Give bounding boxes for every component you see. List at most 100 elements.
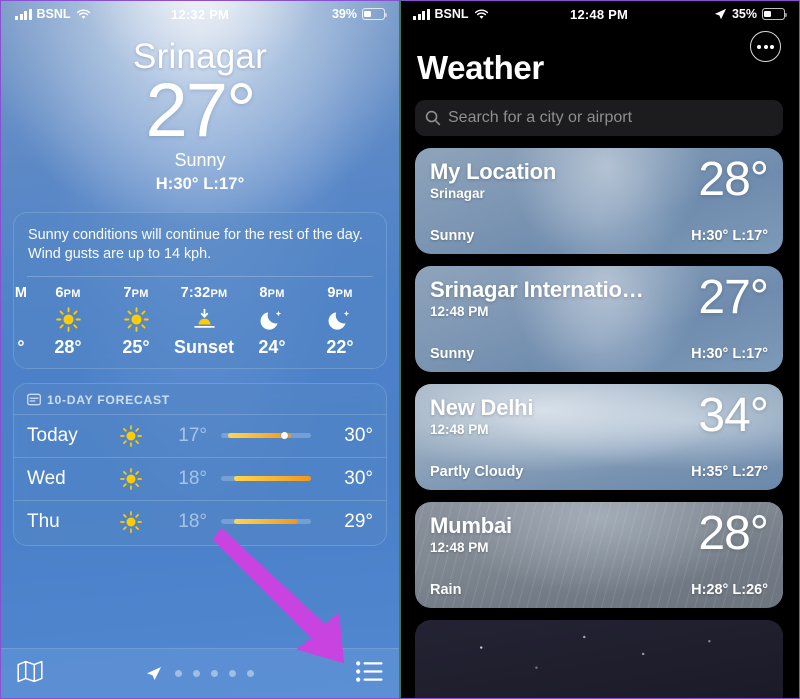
page-dot	[247, 670, 254, 677]
weather-list-panel: BSNL 12:48 PM 35% Weather Search for a c…	[399, 0, 800, 699]
map-button[interactable]	[17, 660, 43, 688]
ten-day-forecast-card[interactable]: 10-DAY FORECAST Today 17° 30° Wed 18° 30° Th…	[13, 382, 387, 546]
city-name: Mumbai	[430, 513, 512, 538]
hourly-condition-icon	[170, 305, 238, 335]
forecast-high: 30°	[344, 467, 373, 489]
current-high-low: H:30° L:17°	[155, 174, 245, 193]
hourly-forecast-item: 6PM 28°	[34, 285, 102, 358]
hourly-condition-icon	[102, 305, 170, 335]
hero-current-weather: Srinagar 27° Sunny H:30° L:17°	[1, 37, 399, 194]
city-condition: Rain	[430, 582, 462, 598]
weather-list-title: Weather	[417, 49, 544, 86]
city-card[interactable]	[415, 620, 783, 698]
city-name: New Delhi	[430, 395, 534, 420]
forecast-rows: Today 17° 30° Wed 18° 30° Thu 18° 29°	[14, 413, 386, 543]
forecast-high: 30°	[344, 424, 373, 446]
city-condition: Partly Cloudy	[430, 464, 524, 480]
city-name: My Location	[430, 159, 557, 184]
search-input[interactable]: Search for a city or airport	[415, 100, 783, 136]
forecast-header-label: 10-DAY FORECAST	[47, 392, 170, 407]
hourly-condition-icon	[34, 305, 102, 335]
search-icon	[425, 110, 441, 126]
forecast-low: 17°	[178, 424, 207, 446]
city-high-low: H:28° L:26°	[691, 582, 768, 598]
city-name: Srinagar Internatio…	[430, 277, 644, 302]
hourly-temperature: °	[17, 336, 25, 357]
hourly-forecast-item: 8PM 24°	[238, 285, 306, 358]
hourly-forecast-item: 7PM 25°	[102, 285, 170, 358]
hourly-forecast-item: 9PM 22°	[306, 285, 374, 358]
city-temperature: 28°	[698, 507, 769, 560]
status-bar-right-group: 39%	[331, 7, 388, 21]
city-temperature: 27°	[698, 271, 769, 324]
current-temp-marker	[280, 432, 288, 440]
more-options-button[interactable]	[750, 31, 781, 62]
forecast-low: 18°	[178, 467, 207, 489]
sun-icon	[55, 307, 81, 333]
city-card[interactable]: New Delhi 12:48 PM 34° Partly Cloudy H:3…	[415, 384, 783, 490]
hourly-condition-icon	[238, 305, 306, 335]
hourly-temperature: Sunset	[173, 336, 234, 357]
city-card[interactable]: Srinagar Internatio… 12:48 PM 27° Sunny …	[415, 266, 783, 372]
page-indicator	[1, 666, 399, 681]
hourly-forecast-item: 7:32PM Sunset	[170, 285, 238, 358]
hourly-forecast-card[interactable]: Sunny conditions will continue for the r…	[13, 211, 387, 369]
list-bullet-icon	[356, 660, 383, 682]
status-bar-right-group: 35%	[714, 7, 788, 21]
map-icon	[17, 660, 43, 682]
hourly-time: 8PM	[259, 284, 285, 301]
sun-icon	[120, 510, 142, 533]
forecast-day: Thu	[27, 510, 60, 532]
city-card[interactable]: My Location Srinagar 28° Sunny H:30° L:1…	[415, 148, 783, 254]
current-temperature: 27°	[145, 68, 257, 153]
hourly-temperature: 25°	[122, 336, 150, 357]
city-high-low: H:35° L:27°	[691, 464, 768, 480]
location-arrow-icon	[714, 8, 727, 20]
page-dot	[175, 670, 182, 677]
sun-icon	[123, 307, 149, 333]
forecast-low: 18°	[178, 510, 207, 532]
current-condition: Sunny	[174, 149, 226, 170]
search-placeholder: Search for a city or airport	[448, 109, 633, 126]
forecast-condition-icon	[105, 467, 157, 491]
calendar-icon	[27, 393, 41, 406]
city-card-list: My Location Srinagar 28° Sunny H:30° L:1…	[399, 148, 799, 698]
hourly-temperature: 22°	[326, 336, 354, 357]
battery-percent-label: 35%	[731, 7, 757, 21]
page-dot	[193, 670, 200, 677]
hourly-time: 7PM	[123, 284, 149, 301]
forecast-temp-bar	[221, 519, 311, 525]
city-card[interactable]: Mumbai 12:48 PM 28° Rain H:28° L:26°	[415, 502, 783, 608]
sunset-icon	[193, 309, 215, 329]
hourly-forecast-item: M °	[14, 285, 34, 358]
hourly-forecast-row[interactable]: M ° 6PM 28° 7PM 25° 7:32PM Sunset 8PM 24° 9PM …	[14, 277, 386, 368]
city-condition: Sunny	[430, 346, 475, 362]
forecast-row: Thu 18° 29°	[14, 499, 386, 543]
more-ellipsis-icon	[763, 44, 768, 49]
weather-detail-panel: BSNL 12:32 PM 39% Srinagar 27° Sunny H:3…	[0, 0, 399, 699]
forecast-day: Today	[27, 424, 78, 446]
city-subtitle: 12:48 PM	[430, 422, 489, 437]
city-subtitle: Srinagar	[430, 186, 485, 201]
forecast-day: Wed	[27, 467, 66, 489]
page-dot	[211, 670, 218, 677]
forecast-row: Wed 18° 30°	[14, 456, 386, 500]
city-temperature: 28°	[698, 153, 769, 206]
more-ellipsis-icon	[756, 44, 761, 49]
location-arrow-icon	[147, 667, 161, 680]
moon-icon	[260, 311, 281, 330]
forecast-temp-bar	[221, 432, 311, 440]
hourly-temperature: 24°	[258, 336, 286, 357]
forecast-temp-bar	[221, 476, 311, 482]
panel-divider	[399, 0, 401, 699]
battery-icon	[762, 8, 788, 20]
hourly-time: M	[14, 284, 28, 301]
city-list-button[interactable]	[356, 660, 383, 687]
hourly-time: 9PM	[327, 284, 353, 301]
battery-percent-label: 39%	[331, 7, 357, 21]
city-subtitle: 12:48 PM	[430, 304, 489, 319]
forecast-header: 10-DAY FORECAST	[14, 384, 386, 414]
status-bar-right: BSNL 12:48 PM 35%	[399, 1, 799, 27]
moon-icon	[328, 311, 349, 330]
hourly-time: 7:32PM	[180, 284, 228, 301]
